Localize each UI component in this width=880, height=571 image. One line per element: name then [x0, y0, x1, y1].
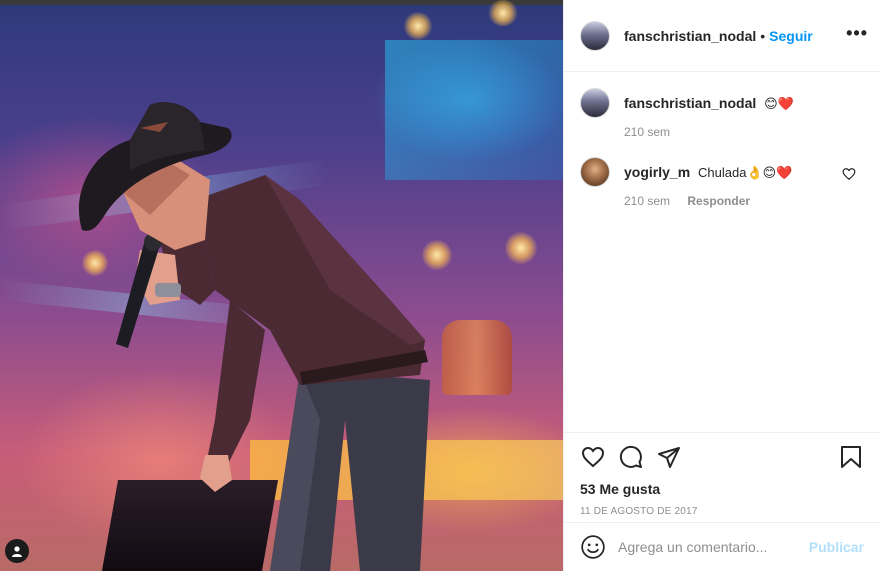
comment-bubble-icon: [619, 445, 642, 468]
author-username[interactable]: fanschristian_nodal: [624, 28, 756, 44]
follow-button[interactable]: Seguir: [769, 28, 813, 44]
comment-input[interactable]: [618, 539, 809, 555]
caption-username[interactable]: fanschristian_nodal: [624, 95, 756, 111]
post-header: fanschristian_nodal • Seguir •••: [564, 0, 880, 72]
save-button[interactable]: [838, 444, 864, 470]
comment-time[interactable]: 210 sem: [624, 194, 670, 208]
comment-body: yogirly_m Chulada👌😊❤️ 210 sem Responder: [624, 157, 792, 208]
more-options-icon[interactable]: •••: [846, 24, 868, 42]
share-button[interactable]: [656, 444, 682, 470]
heart-outline-icon: [581, 446, 605, 468]
post-side-panel: fanschristian_nodal • Seguir ••• fanschr…: [563, 0, 880, 571]
smiley-icon[interactable]: [580, 534, 606, 560]
caption-time[interactable]: 210 sem: [624, 125, 670, 139]
comment-item: yogirly_m Chulada👌😊❤️ 210 sem Responder: [580, 157, 864, 208]
comment-meta: 210 sem Responder: [624, 194, 792, 208]
post-actions: 53 Me gusta 11 DE AGOSTO DE 2017: [564, 432, 880, 517]
caption-line: fanschristian_nodal 😊❤️: [624, 94, 794, 113]
comments-section: fanschristian_nodal 😊❤️ 210 sem yogirly_…: [564, 72, 880, 432]
header-separator: •: [760, 27, 766, 44]
caption: fanschristian_nodal 😊❤️ 210 sem: [580, 88, 864, 139]
action-buttons: [580, 443, 864, 471]
caption-meta: 210 sem: [624, 125, 794, 139]
singer-figure: [78, 102, 430, 571]
paper-plane-icon: [658, 447, 680, 468]
publish-button[interactable]: Publicar: [809, 539, 864, 555]
bookmark-icon: [841, 446, 861, 468]
caption-body: fanschristian_nodal 😊❤️ 210 sem: [624, 88, 794, 139]
caption-avatar[interactable]: [580, 88, 610, 118]
comment-text: Chulada👌😊❤️: [698, 165, 793, 180]
reply-button[interactable]: Responder: [687, 194, 750, 208]
comment-line: yogirly_m Chulada👌😊❤️: [624, 163, 792, 182]
like-count[interactable]: 53 Me gusta: [580, 481, 864, 497]
caption-text: 😊❤️: [764, 96, 794, 111]
post-date[interactable]: 11 DE AGOSTO DE 2017: [580, 506, 864, 517]
user-tag-icon: [12, 546, 22, 557]
comment-button[interactable]: [618, 444, 644, 470]
post-photo[interactable]: [0, 0, 563, 571]
user-tag-button[interactable]: [5, 539, 29, 563]
comment-heart-icon[interactable]: [842, 167, 856, 181]
author-avatar[interactable]: [580, 20, 610, 51]
commenter-avatar[interactable]: [580, 157, 610, 187]
commenter-username[interactable]: yogirly_m: [624, 164, 690, 180]
like-button[interactable]: [580, 444, 606, 470]
add-comment-bar: Publicar: [564, 522, 880, 571]
